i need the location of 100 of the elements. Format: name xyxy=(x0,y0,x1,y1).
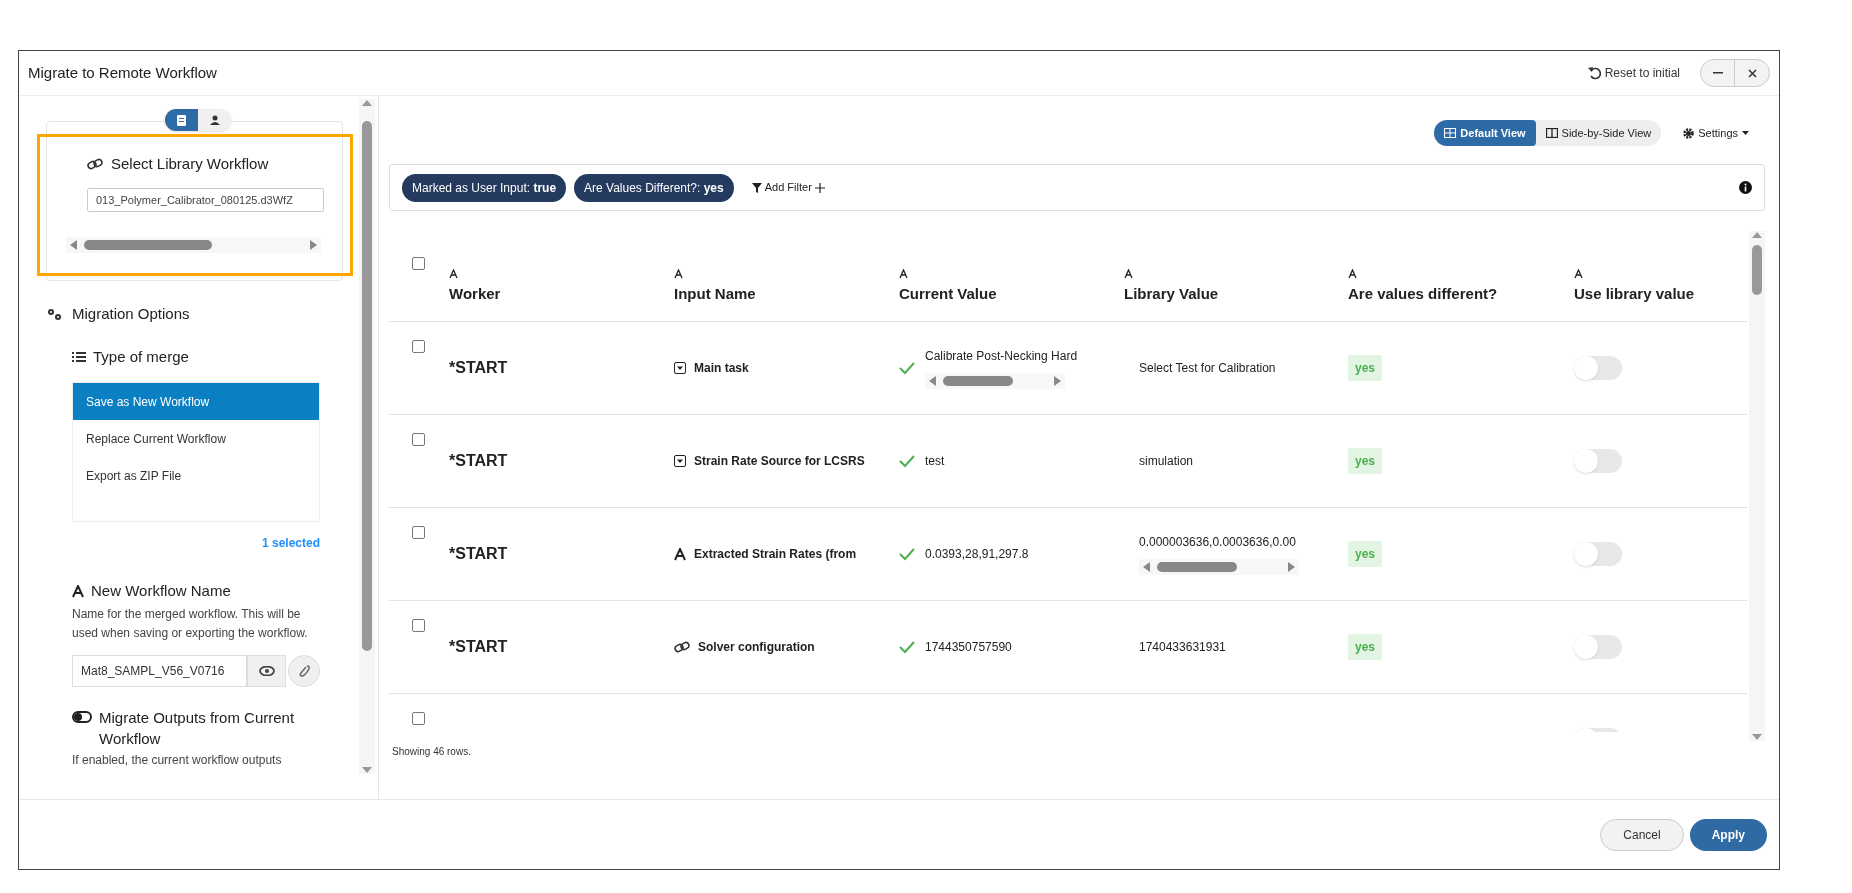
reset-button[interactable]: Reset to initial xyxy=(1587,64,1680,82)
field-label: New Workflow Name xyxy=(91,581,231,601)
table-cell-text: Extracted Strain Rates (from xyxy=(694,546,857,563)
checkbox[interactable] xyxy=(412,712,425,725)
show-button[interactable] xyxy=(247,654,286,687)
column-header: Input Name xyxy=(674,283,757,304)
plus-icon xyxy=(814,182,825,193)
table-cell-text: 0.000003636,0.0003636,0.00 xyxy=(1139,534,1297,551)
column-header: Use library value xyxy=(1574,283,1696,304)
table-cell-text: simulation xyxy=(1139,453,1195,470)
view-tab[interactable]: Side-by-Side View xyxy=(1535,120,1662,146)
column-header: Are values different? xyxy=(1348,283,1499,304)
workflow-name-field[interactable]: Mat8_SAMPL_V56_V0716 xyxy=(72,654,247,687)
user-tab[interactable] xyxy=(198,109,231,131)
scrollbar-thumb[interactable] xyxy=(362,121,372,651)
scroll-right-icon[interactable] xyxy=(1287,561,1296,573)
checkbox[interactable] xyxy=(412,340,425,353)
horizontal-scrollbar[interactable] xyxy=(66,236,321,253)
form-tab[interactable] xyxy=(165,109,198,131)
add-filter-button[interactable]: Add Filter xyxy=(751,179,825,196)
status-badge: yes xyxy=(1348,634,1383,660)
row-count: Showing 46 rows. xyxy=(392,745,472,759)
caret-icon xyxy=(1742,131,1749,135)
link-icon xyxy=(87,158,103,171)
info-icon[interactable] xyxy=(1739,181,1752,194)
library-workflow-field[interactable]: 013_Polymer_Calibrator_080125.d3WfZ xyxy=(87,187,324,212)
sort-icon[interactable] xyxy=(1124,268,1133,279)
sort-icon[interactable] xyxy=(1574,268,1583,279)
vertical-scrollbar[interactable] xyxy=(1749,231,1765,741)
checkbox[interactable] xyxy=(412,257,425,270)
table-cell-text: 1744350757590 xyxy=(925,639,1012,656)
vertical-scrollbar[interactable] xyxy=(359,99,375,774)
selection-count: 1 selected xyxy=(261,535,320,552)
view-tab[interactable]: Default View xyxy=(1434,120,1536,146)
scroll-right-icon[interactable] xyxy=(309,238,318,251)
person-icon xyxy=(209,115,220,125)
list-item[interactable]: Export as ZIP File xyxy=(73,457,319,494)
list-item[interactable]: Replace Current Workflow xyxy=(73,420,319,457)
window-title: Migrate to Remote Workflow xyxy=(28,62,217,83)
table-cell-text: Solver configuration xyxy=(698,639,815,656)
scroll-up-icon[interactable] xyxy=(361,99,373,107)
checkbox[interactable] xyxy=(412,619,425,632)
settings-icon xyxy=(1683,127,1695,139)
columns-icon xyxy=(1545,128,1558,138)
check-icon xyxy=(899,547,915,561)
toggle-switch[interactable] xyxy=(1574,449,1622,473)
table-cell-text: 1740433631931 xyxy=(1139,639,1227,656)
table-cell-text: *START xyxy=(449,544,508,564)
scroll-up-icon[interactable] xyxy=(1751,231,1763,239)
sort-icon[interactable] xyxy=(899,268,908,279)
field-description: If enabled, the current workflow outputs xyxy=(72,751,283,769)
settings-button[interactable]: Settings xyxy=(1683,124,1749,142)
scroll-left-icon[interactable] xyxy=(928,375,937,387)
table-cell-text: *START xyxy=(449,451,508,471)
filter-chip[interactable]: Are Values Different?: yes xyxy=(574,173,734,202)
cancel-button[interactable]: Cancel xyxy=(1600,818,1684,851)
table-cell-text: test xyxy=(925,453,945,470)
list-item[interactable]: Save as New Workflow xyxy=(73,383,319,420)
status-badge: yes xyxy=(1348,448,1383,474)
section-title: Migration Options xyxy=(72,304,190,324)
apply-button[interactable]: Apply xyxy=(1689,818,1767,851)
horizontal-scrollbar[interactable] xyxy=(925,373,1065,389)
table-cell-text: Select Test for Calibration xyxy=(1139,360,1277,377)
close-icon xyxy=(1747,68,1757,78)
filter-chip[interactable]: Marked as User Input: true xyxy=(402,173,567,202)
scroll-down-icon[interactable] xyxy=(361,766,373,774)
text-type-icon xyxy=(72,584,84,598)
sort-icon[interactable] xyxy=(449,268,458,279)
grid-icon xyxy=(1444,128,1457,138)
eye-icon xyxy=(258,665,275,676)
checkbox[interactable] xyxy=(412,526,425,539)
checkbox[interactable] xyxy=(412,433,425,446)
table-cell-text: Main task xyxy=(694,360,749,377)
attach-button[interactable] xyxy=(288,654,320,687)
filter-icon xyxy=(751,182,762,193)
check-icon xyxy=(899,454,915,468)
sort-icon[interactable] xyxy=(674,268,683,279)
field-label: Type of merge xyxy=(93,346,189,367)
column-header: Worker xyxy=(449,283,502,304)
gears-icon xyxy=(46,307,62,322)
paperclip-icon xyxy=(297,663,311,678)
scroll-left-icon[interactable] xyxy=(1142,561,1151,573)
form-icon xyxy=(177,114,186,126)
scrollbar-thumb[interactable] xyxy=(1752,245,1762,295)
toggle-switch[interactable] xyxy=(1574,356,1622,380)
table-cell-text: 0.0393,28,91,297.8 xyxy=(925,546,1029,563)
column-header: Current Value xyxy=(899,283,998,304)
column-header: Library Value xyxy=(1124,283,1220,304)
check-icon xyxy=(899,640,915,654)
horizontal-scrollbar[interactable] xyxy=(1139,559,1299,575)
check-icon xyxy=(899,361,915,375)
sort-icon[interactable] xyxy=(1348,268,1357,279)
status-badge: yes xyxy=(1348,355,1383,381)
toggle-switch[interactable] xyxy=(1574,542,1622,566)
scroll-left-icon[interactable] xyxy=(69,238,78,251)
scroll-right-icon[interactable] xyxy=(1053,375,1062,387)
scroll-down-icon[interactable] xyxy=(1751,733,1763,741)
list-icon xyxy=(72,350,86,363)
toggle-switch[interactable] xyxy=(1574,635,1622,659)
table-cell-text: Calibrate Post-Necking Hard xyxy=(925,348,1078,365)
